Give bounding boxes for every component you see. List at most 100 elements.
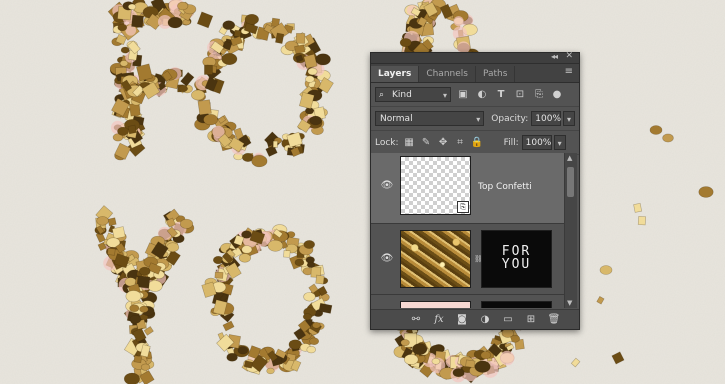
confetti-piece	[241, 245, 253, 254]
lock-all-icon[interactable]: 🔒	[471, 136, 484, 149]
fill-label: Fill:	[503, 137, 519, 148]
chevron-down-icon: ▾	[566, 115, 571, 124]
confetti-piece	[111, 226, 126, 240]
confetti-piece	[474, 360, 491, 373]
paper-grain	[0, 0, 725, 384]
confetti-piece	[226, 352, 238, 362]
blend-mode-select[interactable]: Normal ▾	[375, 111, 485, 126]
opacity-slider-toggle[interactable]: ▾	[563, 111, 575, 126]
confetti-piece	[400, 339, 410, 347]
confetti-piece	[125, 290, 142, 303]
confetti-piece	[633, 202, 643, 213]
layer-mask-thumbnail[interactable]: FOR YOU	[481, 230, 552, 288]
confetti-piece	[191, 89, 206, 101]
lock-artboard-icon[interactable]: ⌗	[454, 136, 467, 149]
confetti-piece	[315, 53, 331, 66]
document-canvas[interactable]	[0, 0, 725, 384]
confetti-piece	[107, 247, 116, 256]
confetti-piece	[131, 14, 144, 28]
confetti-piece	[306, 261, 316, 268]
confetti-piece	[177, 1, 189, 11]
confetti-piece	[129, 304, 140, 313]
layer-name[interactable]: Top Confetti	[478, 182, 532, 192]
confetti-piece	[179, 218, 194, 229]
link-layers-icon[interactable]: ⚯	[409, 313, 423, 327]
new-group-icon[interactable]: ▭	[501, 313, 515, 327]
delete-layer-icon[interactable]: 🗑	[547, 313, 561, 327]
add-mask-icon[interactable]: ◙	[455, 313, 469, 327]
scrollbar-thumb[interactable]	[567, 167, 574, 197]
confetti-piece	[129, 314, 142, 324]
confetti-piece	[123, 372, 140, 384]
confetti-piece	[238, 253, 251, 263]
confetti-piece	[295, 33, 306, 44]
fill-slider-toggle[interactable]: ▾	[553, 135, 566, 150]
panel-tabs: Layers Channels Paths ≡	[371, 64, 579, 83]
fill-field[interactable]: 100%	[521, 135, 552, 150]
confetti-piece	[306, 345, 317, 354]
chevron-down-icon: ▾	[476, 115, 481, 124]
confetti-piece	[243, 360, 253, 369]
confetti-piece	[167, 16, 183, 29]
confetti-piece	[203, 114, 218, 126]
confetti-piece	[127, 3, 137, 10]
scroll-down-icon[interactable]: ▼	[567, 299, 572, 307]
tab-layers[interactable]: Layers	[371, 66, 420, 82]
confetti-piece	[117, 126, 129, 136]
confetti-piece	[204, 64, 213, 75]
tab-paths[interactable]: Paths	[476, 66, 516, 82]
blush-dot	[499, 350, 515, 366]
confetti-piece	[431, 358, 441, 365]
new-layer-icon[interactable]: ⊞	[524, 313, 538, 327]
confetti-piece	[138, 266, 151, 276]
lock-row: Lock: ▦ ✎ ✥ ⌗ 🔒 Fill: 100% ▾	[371, 131, 579, 155]
confetti-piece	[221, 52, 238, 66]
type-filter-icon[interactable]: T	[494, 88, 508, 102]
lock-image-pixels-icon[interactable]: ✎	[420, 136, 433, 149]
confetti-piece	[275, 32, 285, 44]
shape-filter-icon[interactable]: ⊡	[513, 88, 527, 102]
confetti-piece	[197, 99, 212, 116]
lock-transparent-pixels-icon[interactable]: ▦	[403, 136, 416, 149]
eye-icon[interactable]: 👁	[380, 254, 394, 264]
smart-object-badge-icon: ⎘	[457, 201, 469, 213]
lock-position-icon[interactable]: ✥	[437, 136, 450, 149]
confetti-piece	[303, 240, 315, 249]
layer-row-top-confetti[interactable]: 👁 ⎘ Top Confetti	[371, 153, 564, 224]
close-icon[interactable]: ✕	[565, 51, 573, 61]
confetti-piece	[120, 46, 130, 54]
confetti-piece	[662, 133, 674, 143]
double-chevron-icon[interactable]: ◂◂	[551, 52, 558, 61]
layer-mask-thumbnail[interactable]	[481, 301, 552, 308]
layers-scrollbar[interactable]: ▲ ▼	[564, 153, 577, 308]
confetti-piece	[214, 271, 224, 279]
confetti-piece	[96, 216, 109, 226]
confetti-piece	[222, 20, 236, 30]
chevron-down-icon: ▾	[442, 91, 447, 100]
layer-row-partial[interactable]	[371, 295, 564, 308]
layer-row-gold-texture[interactable]: 👁 ⛓ FOR YOU	[371, 224, 564, 295]
scroll-up-icon[interactable]: ▲	[567, 154, 572, 162]
opacity-field[interactable]: 100%	[531, 111, 562, 126]
tab-channels[interactable]: Channels	[419, 66, 476, 82]
fx-icon[interactable]: fx	[432, 313, 446, 327]
chevron-down-icon: ▾	[557, 139, 562, 148]
confetti-piece	[107, 217, 117, 227]
smart-object-filter-icon[interactable]: ⎘	[532, 88, 546, 102]
confetti-piece	[309, 337, 320, 346]
confetti-piece	[147, 280, 163, 292]
panel-title-bar[interactable]: ◂◂ ✕	[371, 51, 579, 64]
eye-icon[interactable]: 👁	[380, 181, 394, 191]
confetti-piece	[266, 367, 275, 375]
confetti-piece	[133, 355, 143, 364]
confetti-piece	[305, 75, 315, 83]
blend-mode-value: Normal	[380, 114, 413, 124]
hamburger-icon[interactable]: ≡	[565, 67, 573, 77]
filter-kind-select[interactable]: ⌕ Kind ▾	[375, 87, 451, 102]
adjustment-layer-icon[interactable]: ◑	[478, 313, 492, 327]
layer-thumbnail	[400, 230, 471, 288]
confetti-piece	[315, 274, 325, 285]
adjustment-filter-icon[interactable]: ◐	[475, 88, 489, 102]
filter-toggle-icon[interactable]: ●	[550, 88, 564, 102]
image-filter-icon[interactable]: ▣	[456, 88, 470, 102]
